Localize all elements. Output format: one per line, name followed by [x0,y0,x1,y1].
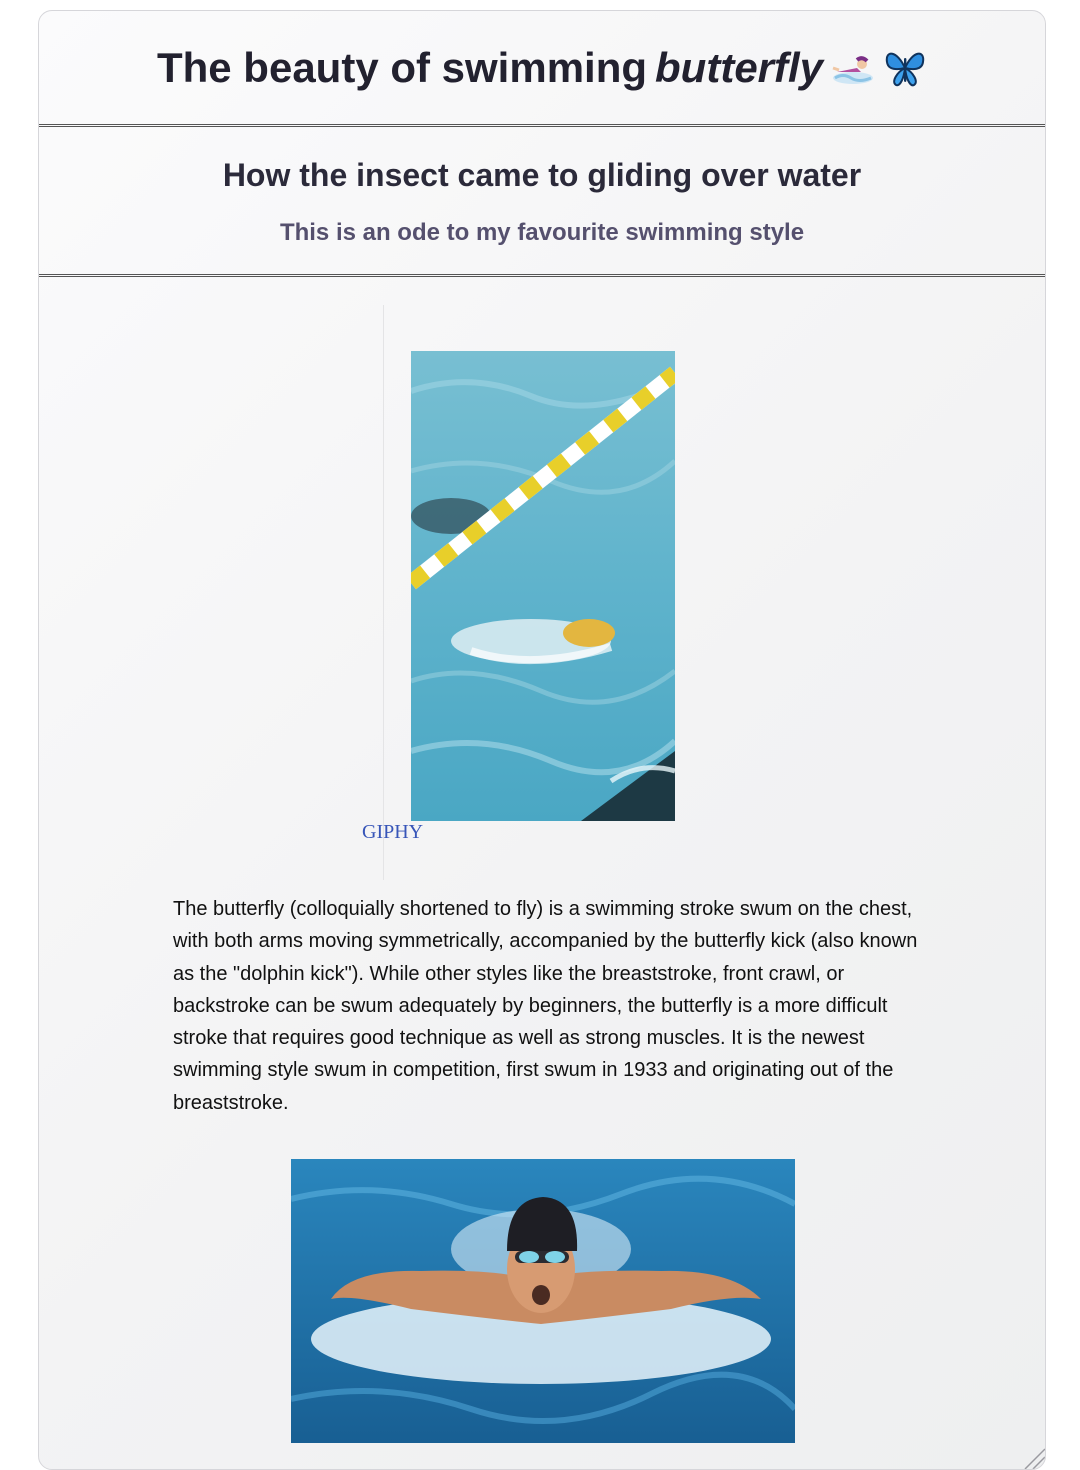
title-prefix: The beauty of swimming [156,43,648,91]
tagline: This is an ode to my favourite swimming … [279,219,805,246]
header: The beauty of swimming butterfly [39,11,1045,127]
butterfly-description: The butterfly (colloquially shortened to… [173,898,918,1114]
gif-embed-border [383,305,384,880]
giphy-link[interactable]: GIPHY [362,821,423,844]
title-emphasis: butterfly [655,43,824,91]
intro-section: How the insect came to gliding over wate… [39,127,1045,277]
butterfly-swim-gif [411,351,675,821]
swimmer-icon [831,48,875,88]
butterfly-swimmer-photo [291,1159,795,1443]
butterfly-icon [883,48,927,88]
page-title: The beauty of swimming butterfly [157,44,927,92]
subtitle: How the insect came to gliding over wate… [222,157,862,193]
page-card: The beauty of swimming butterfly How the… [38,10,1046,1470]
resize-handle-icon[interactable] [1019,1443,1045,1469]
